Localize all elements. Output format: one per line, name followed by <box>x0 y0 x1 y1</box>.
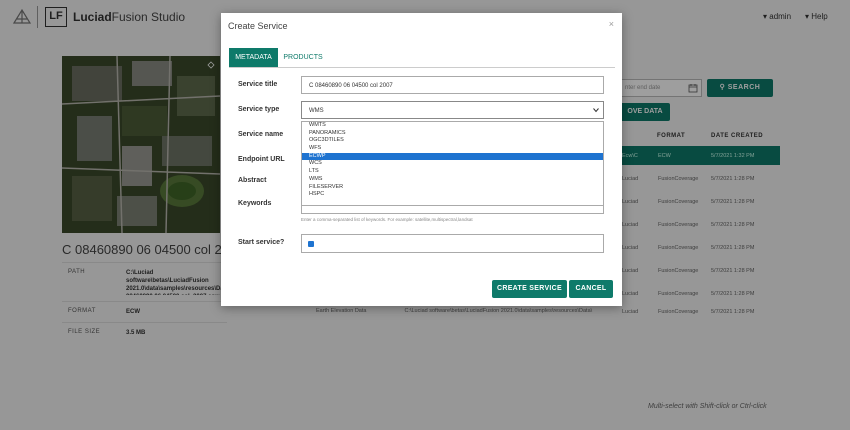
dropdown-option[interactable]: HSPC <box>302 191 603 199</box>
keywords-hint: Enter a comma-separated list of keywords… <box>301 217 473 222</box>
dropdown-option[interactable]: WFS <box>302 145 603 153</box>
dropdown-option[interactable]: PANORAMICS <box>302 130 603 138</box>
tab-metadata[interactable]: METADATA <box>229 48 278 67</box>
service-type-label: Service type <box>238 106 280 113</box>
service-type-select[interactable]: WMS <box>301 101 604 119</box>
service-name-label: Service name <box>238 131 284 138</box>
start-service-label: Start service? <box>238 239 285 246</box>
cancel-button[interactable]: CANCEL <box>569 280 613 298</box>
dropdown-option-highlighted[interactable]: ECWP <box>302 152 603 161</box>
dropdown-option[interactable]: WMTS <box>302 122 603 130</box>
dropdown-option[interactable]: LTS <box>302 168 603 176</box>
tab-divider <box>229 67 615 68</box>
dialog-title: Create Service <box>228 21 288 31</box>
dropdown-option[interactable]: WCS <box>302 160 603 168</box>
start-service-checkbox[interactable] <box>308 241 314 247</box>
service-title-label: Service title <box>238 81 278 88</box>
keywords-label: Keywords <box>238 200 272 207</box>
dropdown-option[interactable]: WMS <box>302 176 603 184</box>
create-service-dialog: Create Service × METADATA PRODUCTS Servi… <box>221 13 622 306</box>
dropdown-option[interactable]: FILESERVER <box>302 184 603 192</box>
start-service-field <box>301 234 604 253</box>
service-type-dropdown[interactable]: WMTS PANORAMICS OGC3DTILES WFS ECWP WCS … <box>301 121 604 206</box>
tab-products[interactable]: PRODUCTS <box>282 48 324 67</box>
create-service-button[interactable]: CREATE SERVICE <box>492 280 567 298</box>
chevron-down-icon <box>593 108 599 113</box>
close-icon[interactable]: × <box>609 19 614 29</box>
endpoint-url-label: Endpoint URL <box>238 156 285 163</box>
dropdown-option[interactable]: OGC3DTILES <box>302 137 603 145</box>
service-title-input[interactable]: C 08460890 06 04500 col 2007 <box>301 76 604 94</box>
abstract-label: Abstract <box>238 177 267 184</box>
